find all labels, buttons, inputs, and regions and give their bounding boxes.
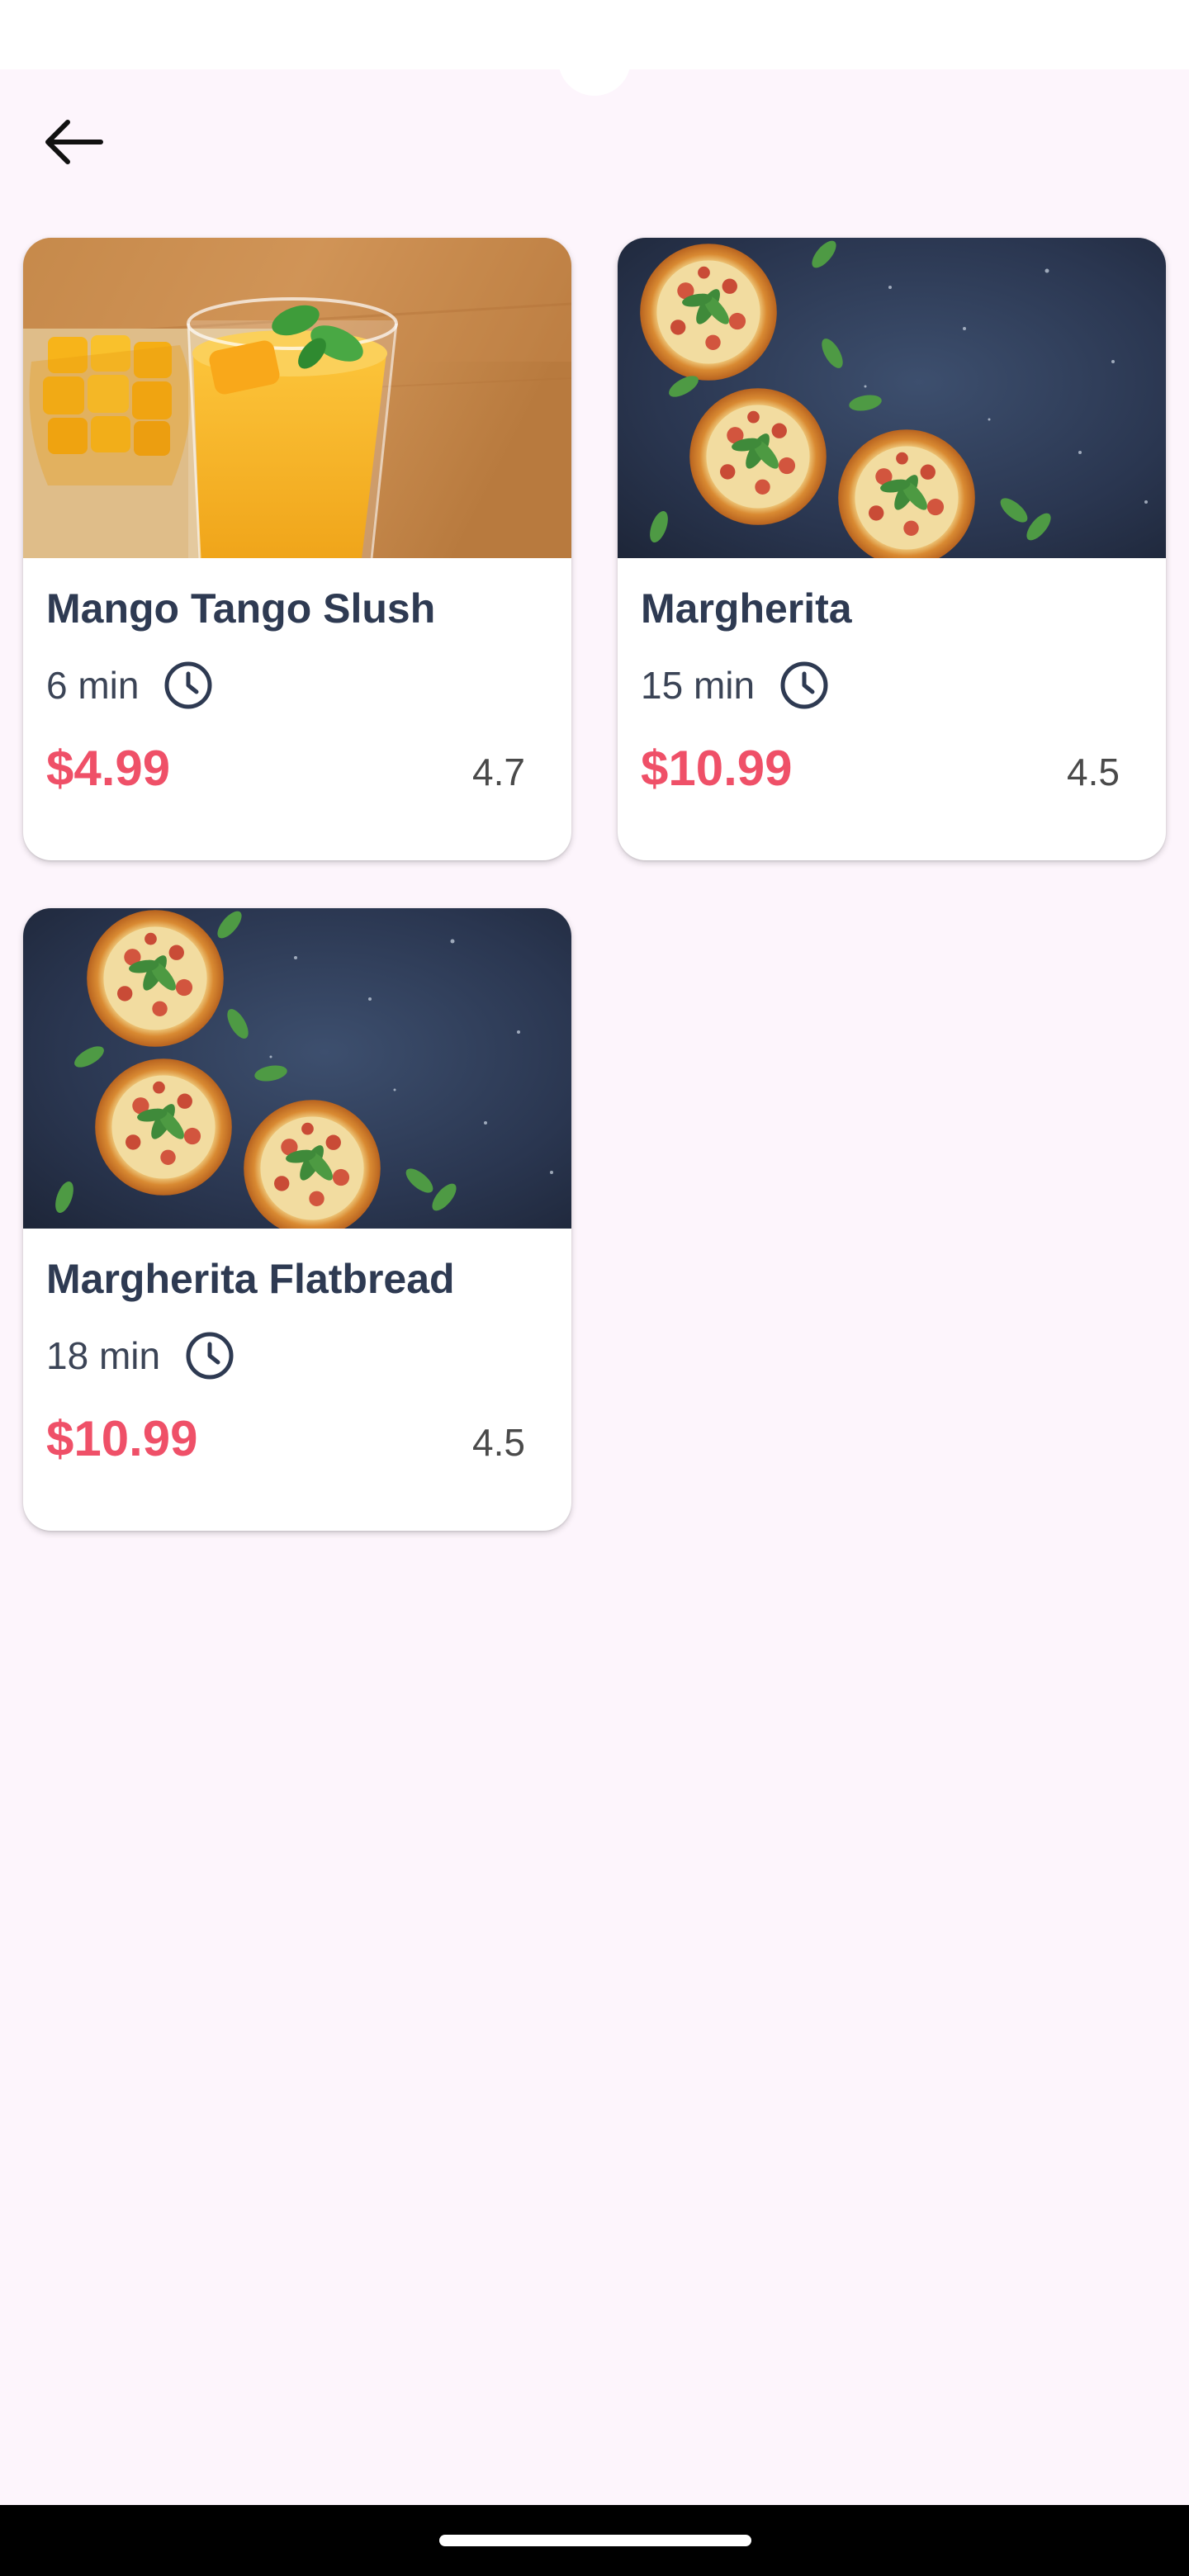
prep-time: 18 min bbox=[46, 1334, 161, 1377]
pizza-image bbox=[23, 908, 571, 1229]
back-button[interactable] bbox=[30, 101, 116, 183]
item-price: $4.99 bbox=[46, 741, 171, 796]
camera-notch bbox=[558, 50, 631, 96]
item-title: Margherita Flatbread bbox=[46, 1256, 455, 1302]
clock-icon bbox=[186, 1332, 234, 1380]
prep-time-row: 15 min bbox=[641, 659, 831, 712]
clock-icon bbox=[780, 661, 828, 709]
item-rating: 4.5 bbox=[472, 1421, 525, 1464]
prep-time-row: 18 min bbox=[46, 1329, 236, 1382]
prep-time: 15 min bbox=[641, 664, 756, 707]
clock-icon bbox=[164, 661, 212, 709]
item-rating: 4.5 bbox=[1067, 751, 1120, 793]
food-card[interactable]: Mango Tango Slush 6 min $4.99 4.7 bbox=[23, 238, 571, 860]
item-title: Mango Tango Slush bbox=[46, 585, 436, 632]
food-card[interactable]: Margherita 15 min $10.99 4.5 bbox=[618, 238, 1166, 860]
arrow-left-icon bbox=[45, 120, 103, 164]
item-price: $10.99 bbox=[46, 1411, 198, 1466]
home-indicator[interactable] bbox=[439, 2535, 751, 2546]
food-card[interactable]: Margherita Flatbread 18 min $10.99 4.5 bbox=[23, 908, 571, 1531]
prep-time-row: 6 min bbox=[46, 659, 215, 712]
item-title: Margherita bbox=[641, 585, 852, 632]
prep-time: 6 min bbox=[46, 664, 140, 707]
item-rating: 4.7 bbox=[472, 751, 525, 793]
pizza-image bbox=[618, 238, 1166, 558]
mango-smoothie-image bbox=[23, 238, 571, 558]
item-price: $10.99 bbox=[641, 741, 793, 796]
